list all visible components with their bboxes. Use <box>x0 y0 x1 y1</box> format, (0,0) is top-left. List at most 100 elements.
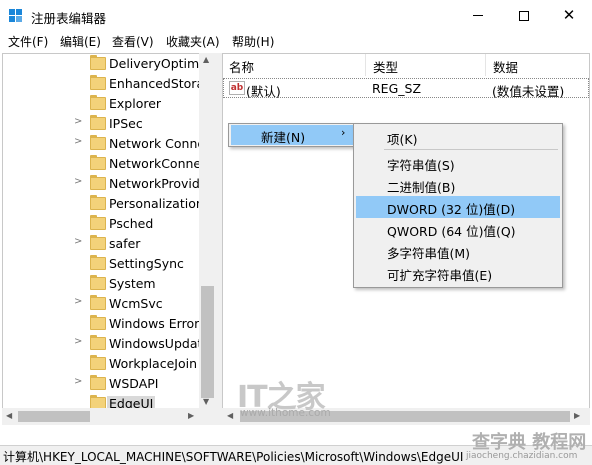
folder-icon <box>90 315 106 330</box>
expand-chevron-icon[interactable]: > <box>74 376 82 387</box>
menu-bar: 文件(F) 编辑(E) 查看(V) 收藏夹(A) 帮助(H) <box>0 31 592 51</box>
tree-item-label: IPSec <box>109 116 143 131</box>
folder-icon <box>90 195 106 210</box>
expand-chevron-icon[interactable]: > <box>74 176 82 187</box>
submenu-item-new-binary-value[interactable]: 二进制值(B) <box>356 174 560 196</box>
submenu-item-new-qword-value[interactable]: QWORD (64 位)值(Q) <box>356 218 560 240</box>
tree-horizontal-scrollbar[interactable]: ◀ ▶ <box>2 408 216 425</box>
tree-item-label: NetworkConnec <box>109 156 208 171</box>
submenu-item-label: QWORD (64 位)值(Q) <box>387 224 516 239</box>
window-title: 注册表编辑器 <box>31 11 107 26</box>
column-separator <box>485 54 486 76</box>
expand-chevron-icon[interactable]: > <box>74 296 82 307</box>
tree-item[interactable]: EnhancedStorag <box>3 74 212 94</box>
tree-item[interactable]: > WindowsUpdat <box>3 334 203 354</box>
tree-item[interactable]: SettingSync <box>3 254 203 274</box>
scroll-right-icon[interactable]: ▶ <box>188 411 194 420</box>
tree-item[interactable]: System <box>3 274 203 294</box>
expand-chevron-icon[interactable]: > <box>74 136 82 147</box>
new-submenu: 项(K) 字符串值(S) 二进制值(B) DWORD (32 位)值(D) QWORD … <box>353 123 563 288</box>
value-row-default[interactable]: ab (默认) REG_SZ (数值未设置) <box>223 78 589 99</box>
tree-item[interactable]: Explorer <box>3 94 203 114</box>
tree-item[interactable]: Personalization <box>3 194 204 214</box>
minimize-button[interactable] <box>455 0 501 31</box>
value-data: (数值未设置) <box>492 84 565 99</box>
tree-item-label: DeliveryOptimiz <box>109 56 210 71</box>
scroll-right-icon[interactable]: ▶ <box>574 411 580 420</box>
menu-view[interactable]: 查看(V) <box>112 33 154 50</box>
scroll-left-icon[interactable]: ◀ <box>6 411 12 420</box>
folder-icon <box>90 295 106 310</box>
maximize-icon <box>519 10 529 21</box>
tree-item[interactable]: > WcmSvc <box>3 294 203 314</box>
tree-vertical-scroll-thumb[interactable] <box>201 286 214 398</box>
tree-item-label: Windows Error <box>109 316 200 331</box>
folder-icon <box>90 95 106 110</box>
tree-item[interactable]: > safer <box>3 234 203 254</box>
folder-icon <box>90 255 106 270</box>
menu-file[interactable]: 文件(F) <box>8 33 48 50</box>
registry-editor-icon <box>9 9 23 23</box>
tree-item[interactable]: > NetworkProvide <box>3 174 208 194</box>
tree-item[interactable]: Psched <box>3 214 203 234</box>
tree-item[interactable]: > IPSec <box>3 114 203 134</box>
tree-item[interactable]: DeliveryOptimiz <box>3 54 209 74</box>
tree-item-label: WcmSvc <box>109 296 163 311</box>
tree-item-label: WindowsUpdat <box>109 336 203 351</box>
scroll-up-icon[interactable]: ▲ <box>203 55 209 64</box>
value-name: (默认) <box>246 84 281 99</box>
folder-icon <box>90 235 106 250</box>
submenu-item-label: 项(K) <box>387 132 418 147</box>
folder-icon <box>90 335 106 350</box>
context-menu: 新建(N) › <box>228 123 356 147</box>
expand-chevron-icon[interactable]: > <box>74 336 82 347</box>
tree-item[interactable]: WorkplaceJoin <box>3 354 203 374</box>
scroll-down-icon[interactable]: ▼ <box>203 397 209 406</box>
tree-item[interactable]: Windows Error <box>3 314 203 334</box>
submenu-arrow-icon: › <box>341 126 346 139</box>
tree-item-label: WSDAPI <box>109 376 159 391</box>
tree-item[interactable]: NetworkConnec <box>3 154 208 174</box>
folder-icon <box>90 355 106 370</box>
tree-horizontal-scroll-thumb[interactable] <box>18 411 90 422</box>
tree-item-label: System <box>109 276 156 291</box>
tree-vertical-scrollbar[interactable]: ▲ ▼ <box>199 53 216 408</box>
status-path: 计算机\HKEY_LOCAL_MACHINE\SOFTWARE\Policies… <box>3 450 464 464</box>
submenu-item-label: 可扩充字符串值(E) <box>387 268 493 283</box>
tree-item[interactable]: > WSDAPI <box>3 374 203 394</box>
expand-chevron-icon[interactable]: > <box>74 236 82 247</box>
maximize-button[interactable] <box>501 0 547 31</box>
context-menu-new[interactable]: 新建(N) › <box>231 125 353 145</box>
key-tree[interactable]: DeliveryOptimiz EnhancedStorag Explorer > IP… <box>2 53 216 425</box>
folder-icon <box>90 375 106 390</box>
title-bar: 注册表编辑器 ✕ <box>0 0 592 31</box>
column-name-header[interactable]: 名称 <box>229 54 254 76</box>
tree-item-label: SettingSync <box>109 256 184 271</box>
submenu-item-new-dword-value[interactable]: DWORD (32 位)值(D) <box>356 196 560 218</box>
menu-help[interactable]: 帮助(H) <box>232 33 274 50</box>
tree-item[interactable]: > Network Conne <box>3 134 205 154</box>
menu-favorites[interactable]: 收藏夹(A) <box>166 33 220 50</box>
submenu-item-label: 二进制值(B) <box>387 180 456 195</box>
scroll-left-icon[interactable]: ◀ <box>227 411 233 420</box>
folder-icon <box>90 155 106 170</box>
expand-chevron-icon[interactable]: > <box>74 116 82 127</box>
column-data-header[interactable]: 数据 <box>493 54 518 76</box>
tree-item-label: WorkplaceJoin <box>109 356 198 371</box>
submenu-item-new-string-value[interactable]: 字符串值(S) <box>356 152 560 174</box>
submenu-item-new-expandable-string-value[interactable]: 可扩充字符串值(E) <box>356 262 560 284</box>
ithome-watermark-url: www.ithome.com <box>240 407 331 419</box>
folder-icon <box>90 135 106 150</box>
close-button[interactable]: ✕ <box>546 0 592 31</box>
string-value-icon: ab <box>229 81 245 95</box>
folder-icon <box>90 55 106 70</box>
menu-edit[interactable]: 编辑(E) <box>60 33 101 50</box>
menu-separator <box>384 149 558 150</box>
column-type-header[interactable]: 类型 <box>373 54 398 76</box>
folder-icon <box>90 275 106 290</box>
submenu-item-new-key[interactable]: 项(K) <box>356 126 560 148</box>
submenu-item-new-multi-string-value[interactable]: 多字符串值(M) <box>356 240 560 262</box>
folder-icon <box>90 75 106 90</box>
submenu-item-label: 多字符串值(M) <box>387 246 471 261</box>
tree-item-label: safer <box>109 236 141 251</box>
